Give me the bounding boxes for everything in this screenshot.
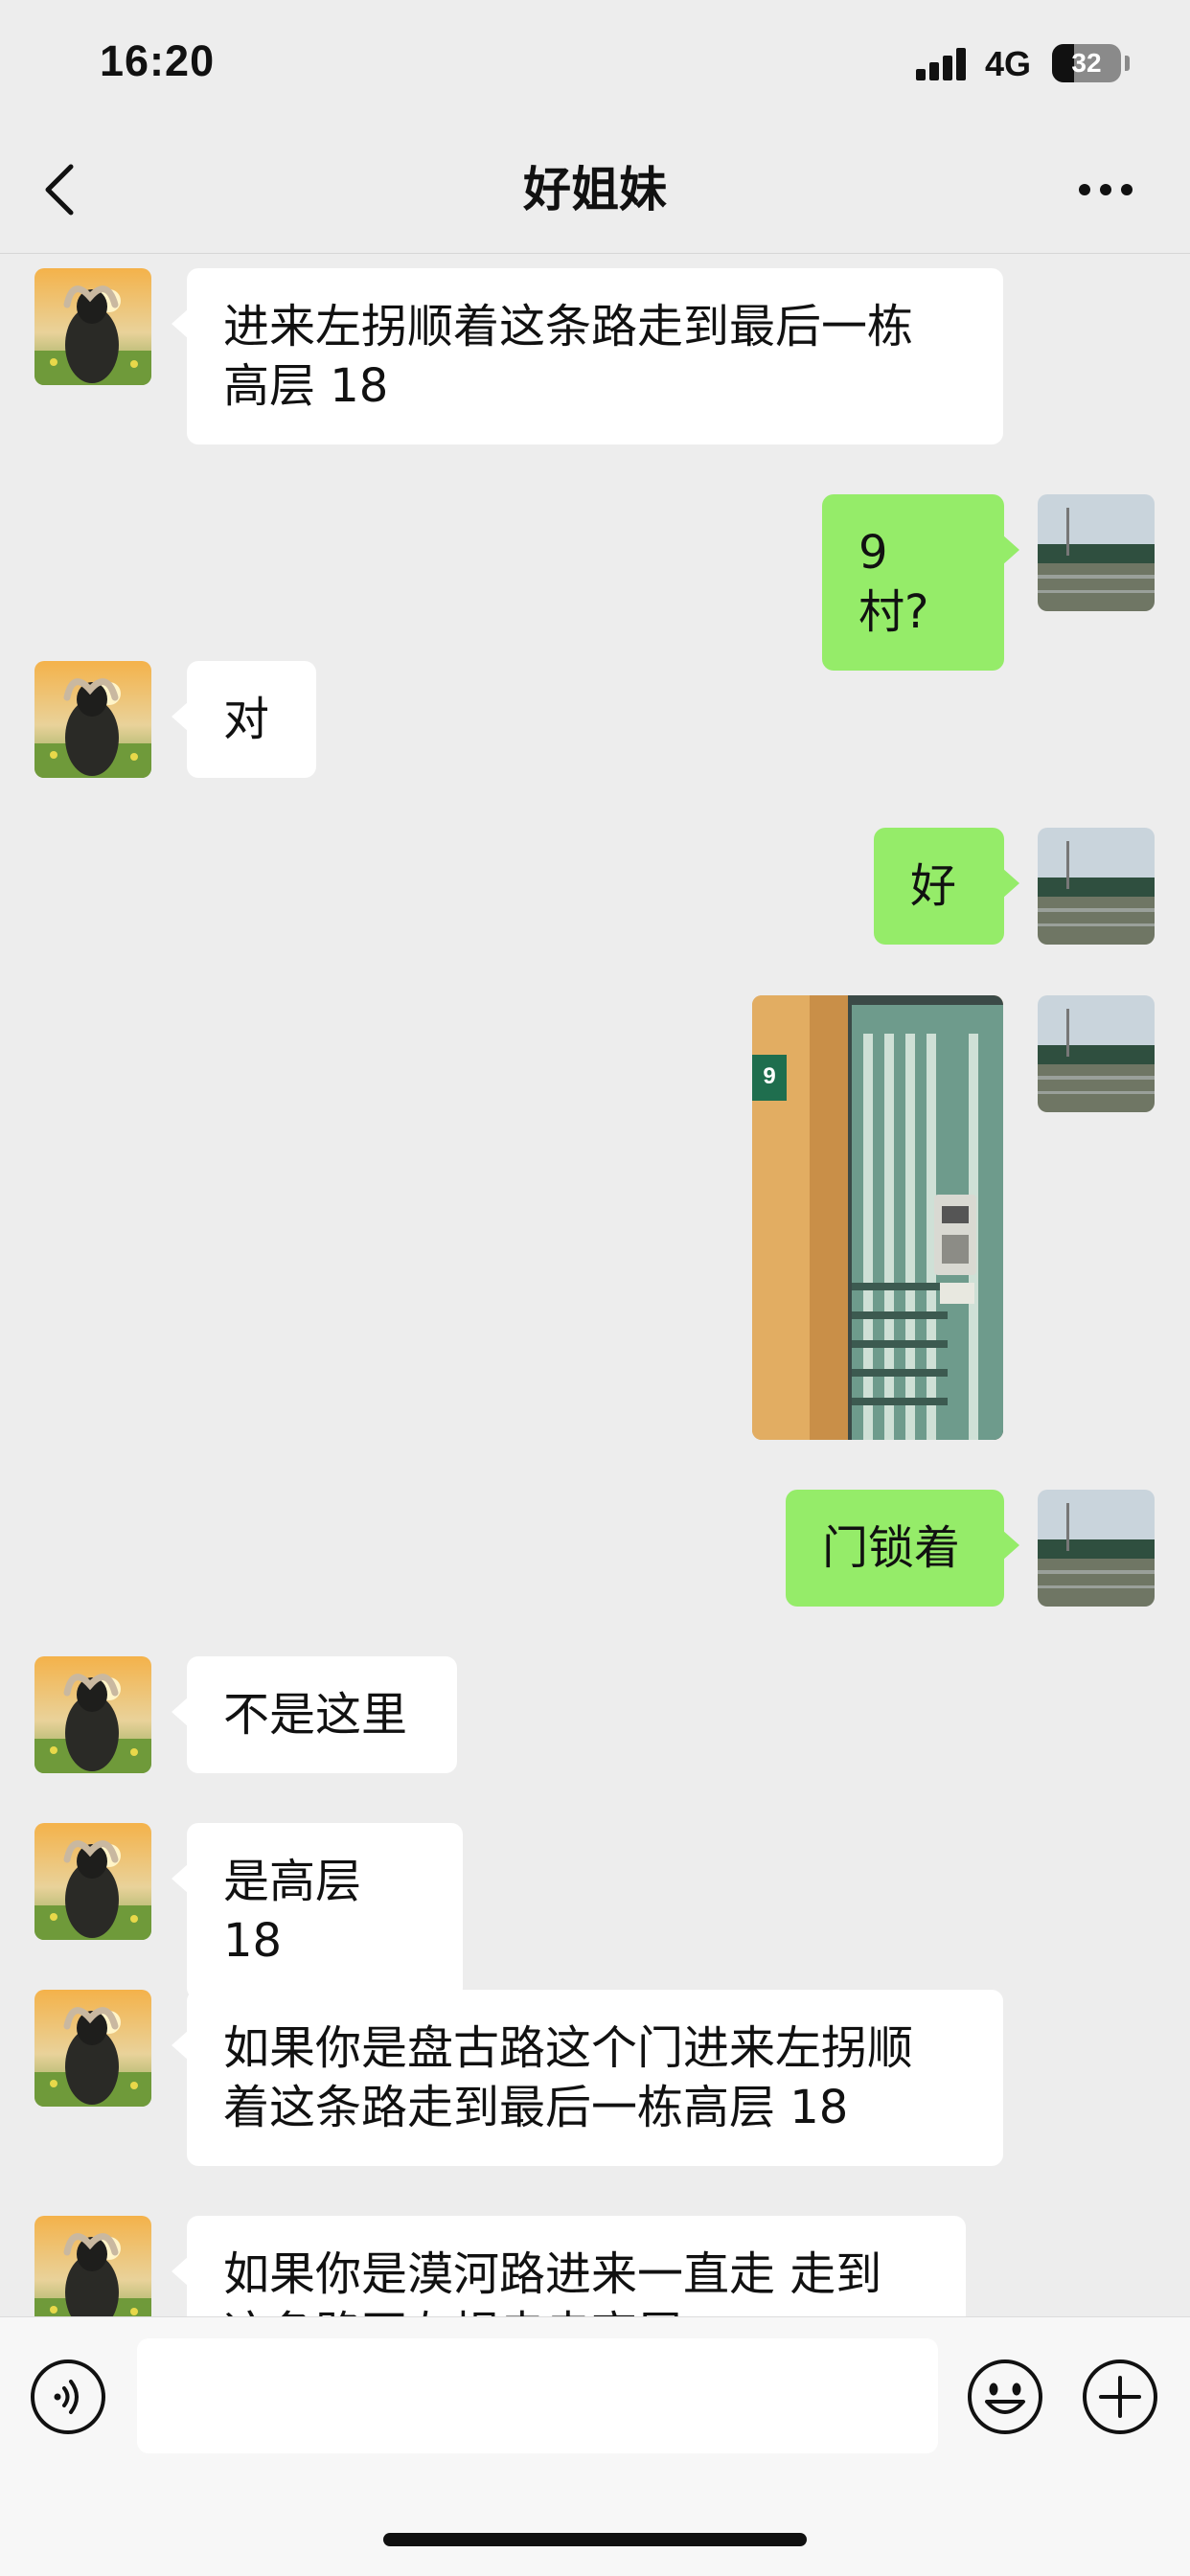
contact-avatar-image (34, 268, 151, 385)
status-time: 16:20 (100, 36, 216, 85)
voice-input-button[interactable] (29, 2358, 107, 2436)
door-number-sign: 9 (763, 1063, 775, 1089)
my-avatar-image (1038, 828, 1155, 945)
door-photo: 9 (752, 995, 1003, 1440)
message-input[interactable] (137, 2338, 938, 2453)
nav-bar: 好姐妹 (0, 126, 1190, 254)
message-bubble-outgoing[interactable]: 9 村? (822, 494, 1019, 671)
more-dots-icon (1079, 184, 1133, 195)
message-bubble-incoming[interactable]: 不是这里 (172, 1656, 457, 1773)
emoji-icon (968, 2359, 1042, 2434)
more-functions-button[interactable] (1081, 2358, 1159, 2436)
contact-avatar[interactable] (34, 2216, 151, 2316)
chevron-left-icon (45, 164, 74, 216)
my-avatar[interactable] (1038, 1490, 1155, 1607)
my-avatar-image (1038, 494, 1155, 611)
message-bubble-incoming[interactable]: 进来左拐顺着这条路走到最后一栋 高层 18 (172, 268, 1003, 445)
message-bubble-outgoing[interactable]: 好 (874, 828, 1019, 945)
input-bar (0, 2316, 1190, 2576)
plus-icon (1083, 2359, 1157, 2434)
message-text: 不是这里 (223, 1688, 408, 1742)
more-button[interactable] (1067, 161, 1144, 218)
battery-nub (1125, 56, 1130, 71)
message-text: 9 村? (858, 526, 929, 639)
my-avatar-image (1038, 995, 1155, 1112)
voice-icon (31, 2359, 105, 2434)
message-text: 门锁着 (822, 1521, 961, 1575)
contact-avatar[interactable] (34, 1823, 151, 1940)
back-button[interactable] (27, 153, 100, 226)
message-text: 是高层 18 (223, 1855, 377, 1968)
emoji-button[interactable] (966, 2358, 1044, 2436)
my-avatar-image (1038, 1490, 1155, 1607)
network-type: 4G (985, 44, 1032, 83)
message-bubble-incoming[interactable]: 是高层 18 (172, 1823, 463, 1999)
contact-avatar[interactable] (34, 1990, 151, 2107)
contact-avatar-image (34, 2216, 151, 2316)
contact-avatar-image (34, 661, 151, 778)
image-message[interactable]: 9 (752, 995, 1003, 1440)
contact-avatar[interactable] (34, 661, 151, 778)
contact-avatar-image (34, 1823, 151, 1940)
battery-icon: 32 (1052, 44, 1121, 82)
signal-strength-icon (916, 48, 968, 80)
message-bubble-incoming[interactable]: 如果你是漠河路进来一直走 走到 这条路再左拐走走高层 (172, 2216, 966, 2316)
my-avatar[interactable] (1038, 494, 1155, 611)
message-bubble-incoming[interactable]: 对 (172, 661, 316, 778)
contact-avatar[interactable] (34, 1656, 151, 1773)
message-text: 如果你是盘古路这个门进来左拐顺 着这条路走到最后一栋高层 18 (223, 2021, 914, 2134)
battery-level: 32 (1071, 48, 1102, 78)
chat-title: 好姐妹 (523, 162, 667, 217)
message-bubble-outgoing[interactable]: 门锁着 (786, 1490, 1019, 1607)
message-bubble-incoming[interactable]: 如果你是盘古路这个门进来左拐顺 着这条路走到最后一栋高层 18 (172, 1990, 1003, 2166)
message-text: 如果你是漠河路进来一直走 走到 这条路再左拐走走高层 (223, 2247, 882, 2316)
message-text: 对 (223, 693, 270, 746)
message-text: 进来左拐顺着这条路走到最后一栋 高层 18 (223, 300, 914, 413)
my-avatar[interactable] (1038, 828, 1155, 945)
home-indicator[interactable] (383, 2533, 807, 2546)
contact-avatar-image (34, 1990, 151, 2107)
message-list[interactable]: 进来左拐顺着这条路走到最后一栋 高层 18 9 村? 对 好 9 门锁着 不是这… (0, 254, 1190, 2316)
contact-avatar-image (34, 1656, 151, 1773)
status-bar: 16:20 4G 32 (0, 0, 1190, 126)
message-text: 好 (910, 859, 957, 913)
contact-avatar[interactable] (34, 268, 151, 385)
my-avatar[interactable] (1038, 995, 1155, 1112)
